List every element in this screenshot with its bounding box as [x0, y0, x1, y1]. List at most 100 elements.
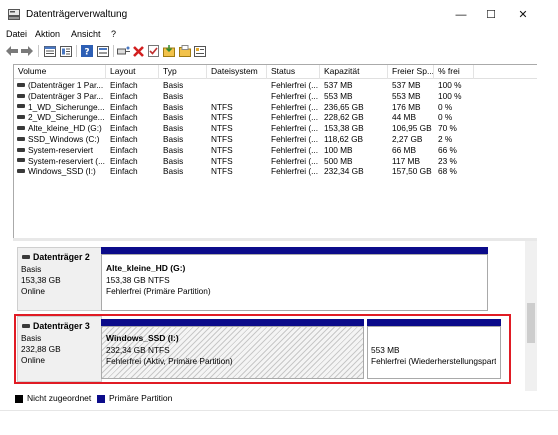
cell-volume: (Datenträger 1 Par...	[17, 80, 105, 91]
open-folder-icon[interactable]	[178, 44, 192, 58]
column-header-volume[interactable]: Volume	[14, 65, 106, 79]
cell-layout: Einfach	[110, 102, 159, 113]
cell-text: Fehlerfrei (...	[271, 112, 319, 123]
cell-text: 100 %	[438, 80, 462, 90]
minimize-button[interactable]: —	[445, 0, 477, 29]
cell-typ: Basis	[163, 80, 207, 91]
menu-help[interactable]: ?	[111, 29, 116, 39]
check-icon[interactable]	[146, 44, 160, 58]
settings-icon[interactable]	[193, 44, 207, 58]
cell-prozent-frei: 0 %	[438, 112, 474, 123]
help-icon[interactable]: ?	[80, 44, 94, 58]
column-header-kapazitaet[interactable]: Kapazität	[320, 65, 388, 79]
disk-2-type: Basis	[21, 264, 42, 274]
cell-text: (Datenträger 3 Par...	[28, 90, 104, 101]
scrollbar-thumb[interactable]	[527, 303, 535, 343]
connect-icon[interactable]	[116, 44, 130, 58]
cell-text: NTFS	[211, 155, 233, 166]
toolbar-separator	[38, 45, 39, 57]
cell-volume: 1_WD_Sicherunge...	[17, 102, 105, 113]
cell-kapazitaet: 500 MB	[324, 156, 388, 167]
cell-dateisystem: NTFS	[211, 156, 267, 167]
cell-volume: 2_WD_Sicherunge...	[17, 112, 105, 123]
cell-volume: System-reserviert	[17, 145, 105, 156]
column-header-typ[interactable]: Typ	[159, 65, 207, 79]
table-row[interactable]: SSD_Windows (C:) Einfach Basis NTFS Fehlerfr…	[14, 134, 537, 145]
cell-text: Alte_kleine_HD (G:)	[28, 123, 102, 134]
menu-ansicht[interactable]: Ansicht	[71, 29, 101, 39]
cell-freier-speicher: 537 MB	[392, 80, 434, 91]
cell-text: 0 %	[438, 112, 453, 123]
cell-text: NTFS	[211, 112, 233, 123]
cell-text: 232,34 GB	[324, 166, 364, 177]
cell-freier-speicher: 553 MB	[392, 91, 434, 102]
partition-status: Fehlerfrei (Primäre Partition)	[106, 286, 211, 296]
cell-text: 157,50 GB	[392, 166, 432, 177]
forward-icon[interactable]	[20, 44, 34, 58]
disk-2-partition-g[interactable]: Alte_kleine_HD (G:) 153,38 GB NTFS Fehle…	[101, 247, 488, 311]
maximize-button[interactable]: ☐	[475, 0, 507, 29]
cell-text: Fehlerfrei (...	[271, 144, 319, 155]
menu-datei[interactable]: Datei	[6, 29, 27, 39]
column-header-dateisystem[interactable]: Dateisystem	[207, 65, 267, 79]
cell-kapazitaet: 153,38 GB	[324, 123, 388, 134]
cell-kapazitaet: 100 MB	[324, 145, 388, 156]
column-header-prozent-frei[interactable]: % frei	[434, 65, 474, 79]
table-row[interactable]: System-reserviert (... Einfach Basis NTFS Fe…	[14, 156, 537, 167]
table-row[interactable]: (Datenträger 3 Par... Einfach Basis Fehlerf…	[14, 91, 537, 102]
cell-text: NTFS	[211, 144, 233, 155]
cell-prozent-frei: 2 %	[438, 134, 474, 145]
cell-dateisystem: NTFS	[211, 145, 267, 156]
table-row[interactable]: System-reserviert Einfach Basis NTFS Fehlerf…	[14, 145, 537, 156]
cell-text: 537 MB	[392, 80, 421, 90]
cell-typ: Basis	[163, 134, 207, 145]
cell-text: Basis	[163, 80, 184, 90]
cell-text: 500 MB	[324, 155, 353, 166]
column-header-status[interactable]: Status	[267, 65, 320, 79]
cell-typ: Basis	[163, 123, 207, 134]
table-row[interactable]: Windows_SSD (I:) Einfach Basis NTFS Fehlerfr…	[14, 166, 537, 177]
disk-2-label[interactable]: Datenträger 2 Basis 153,38 GB Online	[17, 247, 102, 311]
menu-aktion[interactable]: Aktion	[35, 29, 60, 39]
close-button[interactable]: ✕	[507, 0, 539, 29]
cell-volume: SSD_Windows (C:)	[17, 134, 105, 145]
cell-text: 44 MB	[392, 112, 416, 123]
cell-kapazitaet: 553 MB	[324, 91, 388, 102]
import-icon[interactable]	[162, 44, 176, 58]
properties-icon[interactable]	[59, 44, 73, 58]
partition-body: Alte_kleine_HD (G:) 153,38 GB NTFS Fehle…	[101, 254, 488, 311]
cell-text: Einfach	[110, 90, 138, 101]
column-header-layout[interactable]: Layout	[106, 65, 159, 79]
table-row[interactable]: (Datenträger 1 Par... Einfach Basis Fehlerf…	[14, 80, 537, 91]
volume-list[interactable]: Volume Layout Typ Dateisystem Status Kap…	[13, 64, 537, 239]
cell-layout: Einfach	[110, 134, 159, 145]
cell-text: Fehlerfrei (...	[271, 166, 319, 177]
cell-prozent-frei: 66 %	[438, 145, 474, 156]
cell-status: Fehlerfrei (...	[271, 166, 320, 177]
cell-freier-speicher: 44 MB	[392, 112, 434, 123]
table-row[interactable]: 1_WD_Sicherunge... Einfach Basis NTFS Fehler…	[14, 102, 537, 113]
cell-text: NTFS	[211, 123, 233, 134]
cell-text: Basis	[163, 90, 184, 101]
cell-text: Einfach	[110, 123, 138, 134]
table-row[interactable]: Alte_kleine_HD (G:) Einfach Basis NTFS Fehle…	[14, 123, 537, 134]
delete-icon[interactable]	[131, 44, 145, 58]
cell-text: Einfach	[110, 144, 138, 155]
cell-status: Fehlerfrei (...	[271, 102, 320, 113]
svg-text:?: ?	[84, 48, 89, 58]
legend-swatch-unallocated	[15, 395, 23, 403]
list-view-icon[interactable]	[43, 44, 57, 58]
cell-text: System-reserviert (...	[28, 155, 105, 166]
disk-2-status: Online	[21, 286, 45, 296]
cell-typ: Basis	[163, 145, 207, 156]
column-header-freier-speicher[interactable]: Freier Sp...	[388, 65, 434, 79]
disk-icon[interactable]	[96, 44, 110, 58]
table-row[interactable]: 2_WD_Sicherunge... Einfach Basis NTFS Fehler…	[14, 112, 537, 123]
cell-text: NTFS	[211, 101, 233, 112]
cell-dateisystem	[211, 80, 267, 91]
cell-status: Fehlerfrei (...	[271, 156, 320, 167]
cell-text: Fehlerfrei (...	[271, 123, 319, 134]
back-icon[interactable]	[5, 44, 19, 58]
cell-text: Basis	[163, 101, 184, 112]
cell-kapazitaet: 228,62 GB	[324, 112, 388, 123]
